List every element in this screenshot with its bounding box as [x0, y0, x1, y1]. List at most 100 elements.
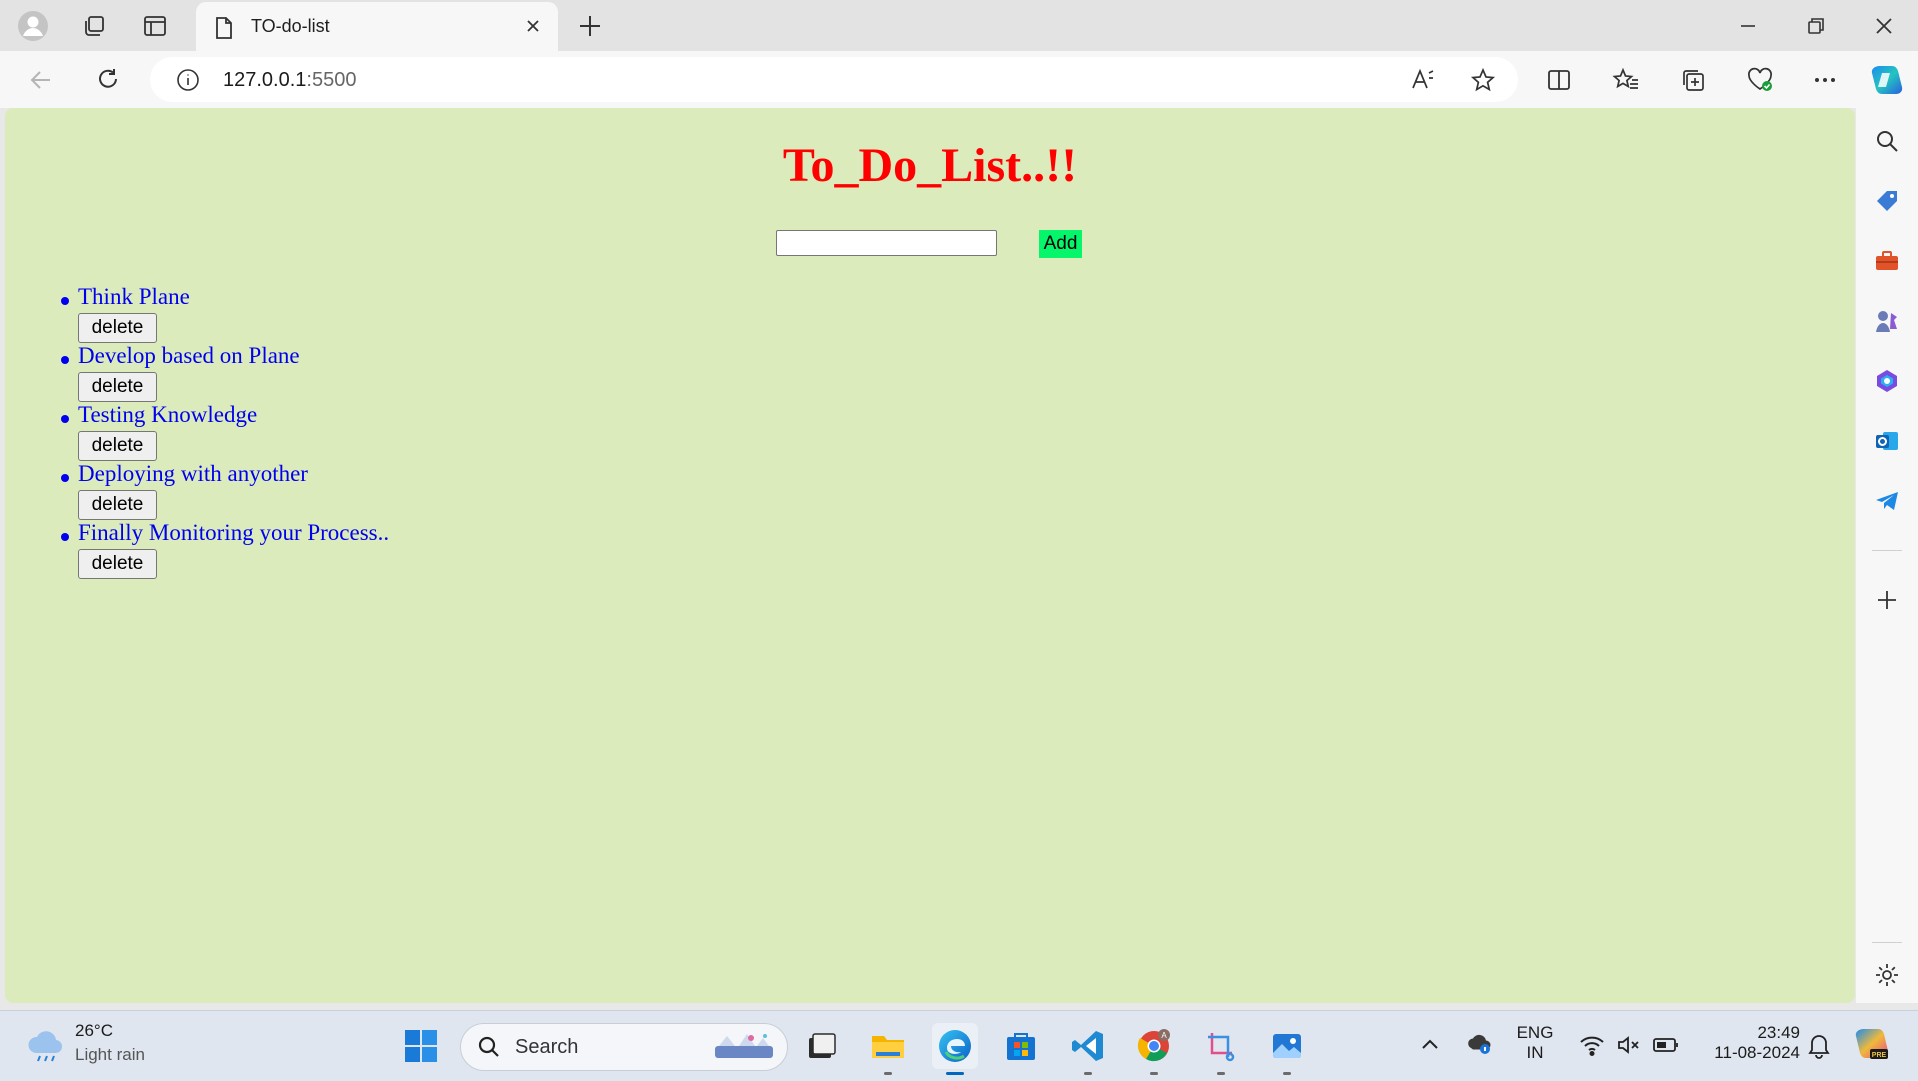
restore-button[interactable]: [1782, 0, 1850, 51]
sidebar-divider: [1872, 550, 1902, 551]
running-indicator: [884, 1072, 892, 1075]
sidebar-divider: [1872, 942, 1902, 943]
task-view-icon[interactable]: [798, 1023, 844, 1069]
language-code: ENG: [1516, 1023, 1554, 1042]
search-label: Search: [515, 1036, 579, 1058]
page-title: To_Do_List..!!: [782, 139, 1078, 192]
profile-icon[interactable]: [15, 8, 51, 44]
mute-icon[interactable]: [1616, 1033, 1642, 1062]
telegram-icon[interactable]: [1868, 482, 1906, 520]
page-icon: [214, 16, 234, 45]
active-tab[interactable]: TO-do-list: [196, 2, 558, 51]
delete-button[interactable]: delete: [78, 549, 157, 579]
browser-toolbar: 127.0.0.1:5500: [0, 51, 1918, 108]
read-aloud-icon[interactable]: [1410, 67, 1436, 98]
task-text: Think Plane: [78, 284, 190, 309]
clock-time: 23:49: [1757, 1023, 1800, 1042]
running-indicator: [1283, 1072, 1291, 1075]
edge-sidebar: [1856, 108, 1918, 1003]
workspaces-icon[interactable]: [76, 8, 112, 44]
svg-text:A: A: [1161, 1031, 1167, 1040]
microsoft365-icon[interactable]: [1868, 362, 1906, 400]
clock[interactable]: 23:49 11-08-2024: [1698, 1023, 1800, 1063]
info-icon[interactable]: [176, 68, 200, 97]
close-icon: [1876, 17, 1892, 34]
file-explorer-icon[interactable]: [865, 1023, 911, 1075]
notification-bell-icon[interactable]: [1806, 1031, 1832, 1064]
search-icon: [478, 1036, 499, 1057]
add-button[interactable]: Add: [1039, 230, 1082, 258]
task-text: Testing Knowledge: [78, 402, 258, 427]
task-text: Deploying with anyother: [78, 461, 308, 486]
wifi-icon[interactable]: [1579, 1033, 1605, 1062]
list-bullet: [61, 297, 69, 305]
vscode-icon[interactable]: [1065, 1023, 1111, 1075]
list-bullet: [61, 474, 69, 482]
list-bullet: [61, 415, 69, 423]
weather-temp: 26°C: [75, 1021, 113, 1040]
chevron-up-icon[interactable]: [1419, 1033, 1441, 1060]
collections-icon[interactable]: [1674, 62, 1712, 98]
running-indicator: [1084, 1072, 1092, 1075]
running-indicator: [946, 1072, 964, 1075]
gear-icon[interactable]: [1868, 956, 1906, 994]
delete-button[interactable]: delete: [78, 372, 157, 402]
language-indicator[interactable]: ENG IN: [1515, 1023, 1555, 1063]
window-close-button[interactable]: [1850, 0, 1918, 51]
running-indicator: [1150, 1072, 1158, 1075]
tab-title: TO-do-list: [251, 16, 330, 36]
split-screen-icon[interactable]: [1540, 62, 1578, 98]
delete-button[interactable]: delete: [78, 431, 157, 461]
delete-button[interactable]: delete: [78, 313, 157, 343]
new-tab-button[interactable]: [572, 8, 608, 44]
battery-icon[interactable]: [1652, 1033, 1680, 1062]
minimize-button[interactable]: [1714, 0, 1782, 51]
snipping-tool-icon[interactable]: [1198, 1023, 1244, 1075]
page-viewport: To_Do_List..!! Add Think Plane delete De…: [5, 108, 1855, 1003]
windows-start-icon[interactable]: [398, 1023, 444, 1069]
photos-icon[interactable]: [1264, 1023, 1310, 1075]
copilot-icon[interactable]: [1868, 62, 1906, 98]
task-text: Develop based on Plane: [78, 343, 300, 368]
onedrive-icon[interactable]: [1465, 1031, 1493, 1062]
delete-button[interactable]: delete: [78, 490, 157, 520]
refresh-button[interactable]: [89, 62, 127, 98]
close-icon[interactable]: [522, 15, 544, 42]
svg-text:PRE: PRE: [1872, 1052, 1887, 1059]
url-port: :5500: [306, 69, 357, 91]
clock-date: 11-08-2024: [1714, 1043, 1800, 1062]
plus-icon: [580, 16, 600, 36]
favorites-icon[interactable]: [1607, 62, 1645, 98]
weather-rain-icon: [28, 1031, 63, 1062]
more-icon[interactable]: [1806, 62, 1844, 98]
windows-taskbar: 26°C Light rain Search A ENG IN 23:49 11…: [0, 1010, 1918, 1081]
browser-essentials-icon[interactable]: [1741, 62, 1779, 98]
plus-icon: [1878, 591, 1896, 609]
browser-title-bar: TO-do-list: [0, 0, 1918, 51]
outlook-icon[interactable]: [1868, 422, 1906, 460]
list-bullet: [61, 533, 69, 541]
task-text: Finally Monitoring your Process..: [78, 520, 390, 545]
search-highlight-image: [715, 1034, 773, 1058]
copilot-icon[interactable]: PRE: [1852, 1025, 1892, 1070]
games-icon[interactable]: [1868, 302, 1906, 340]
task-input[interactable]: [776, 230, 997, 256]
list-bullet: [61, 356, 69, 364]
back-icon: [30, 71, 50, 89]
url-text[interactable]: 127.0.0.1:5500: [223, 69, 356, 92]
edge-icon[interactable]: [932, 1023, 978, 1075]
shopping-icon[interactable]: [1868, 182, 1906, 220]
weather-desc: Light rain: [75, 1045, 145, 1064]
address-bar[interactable]: 127.0.0.1:5500: [150, 57, 1518, 102]
taskbar-search[interactable]: Search: [460, 1023, 788, 1071]
store-icon[interactable]: [998, 1023, 1044, 1069]
tab-actions-icon[interactable]: [137, 8, 173, 44]
star-icon[interactable]: [1470, 67, 1496, 98]
chrome-icon[interactable]: A: [1131, 1023, 1177, 1075]
search-icon[interactable]: [1868, 122, 1906, 160]
add-sidebar-app-button[interactable]: [1868, 581, 1906, 619]
url-host: 127.0.0.1: [223, 69, 307, 91]
tools-icon[interactable]: [1868, 242, 1906, 280]
weather-widget[interactable]: 26°C Light rain: [20, 1011, 170, 1081]
back-button[interactable]: [22, 62, 60, 98]
